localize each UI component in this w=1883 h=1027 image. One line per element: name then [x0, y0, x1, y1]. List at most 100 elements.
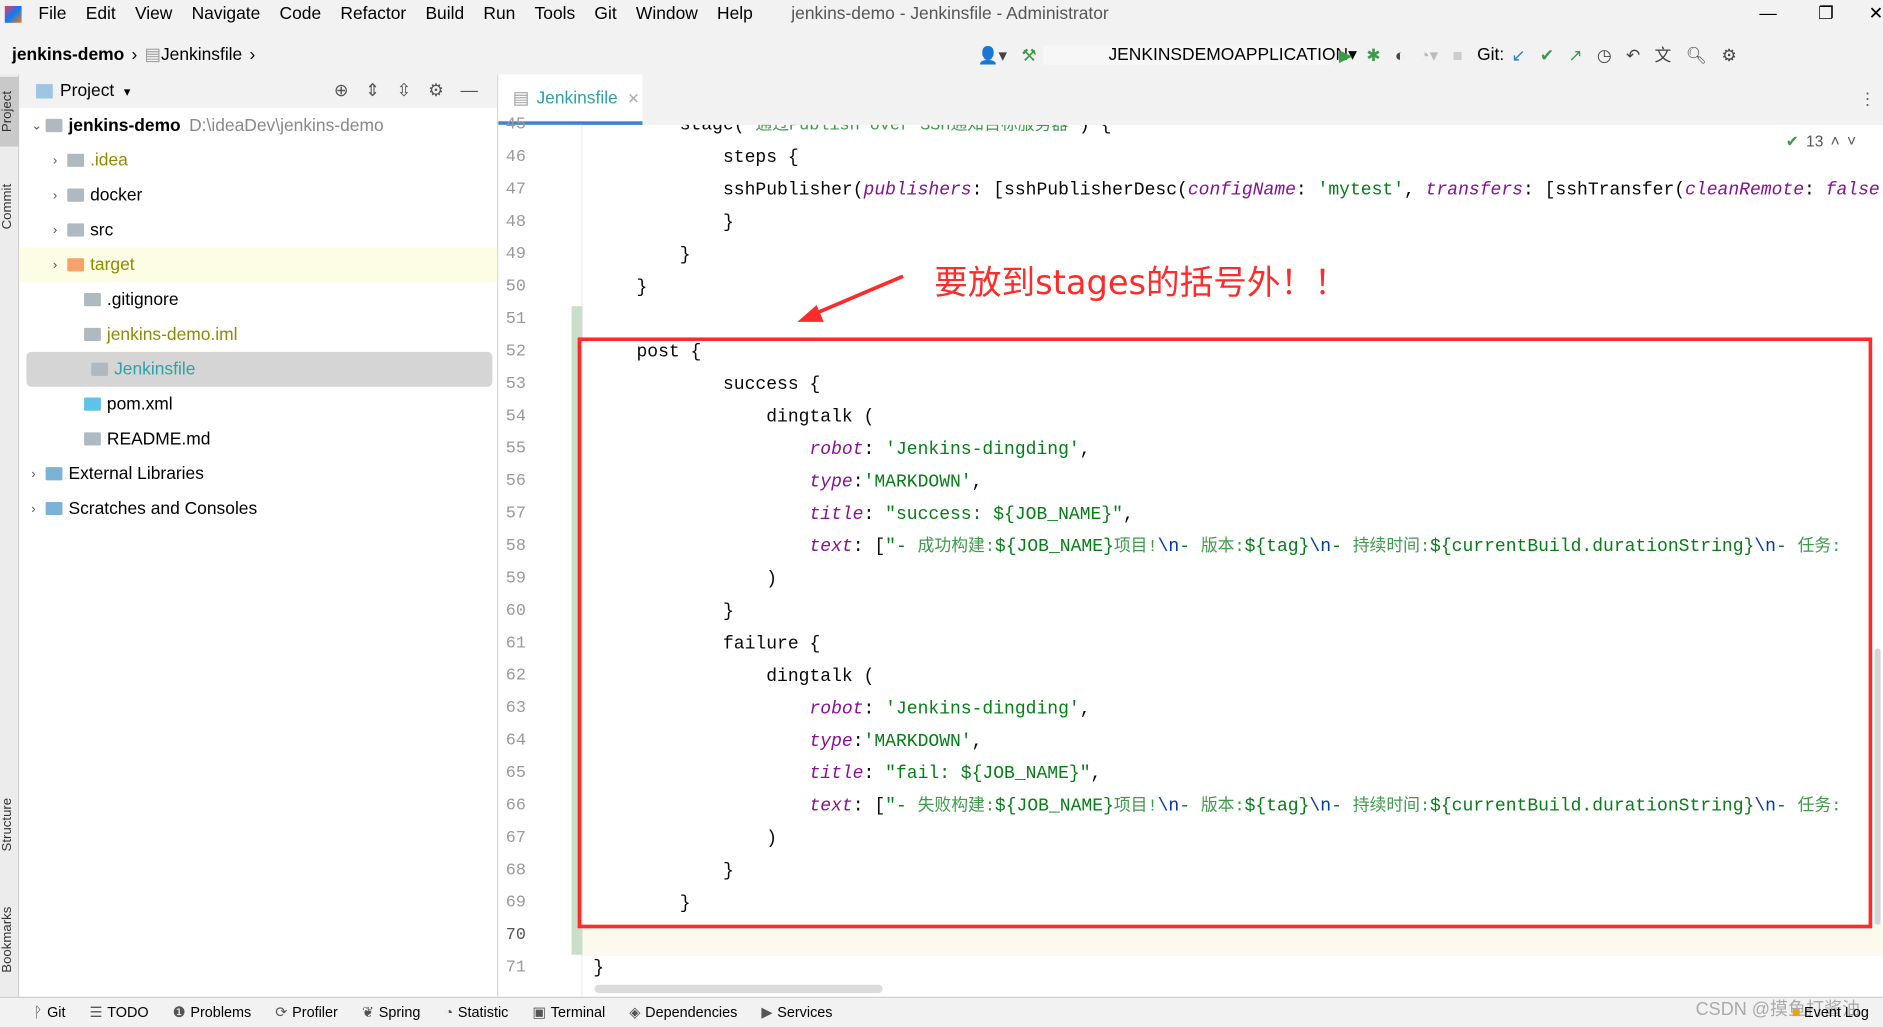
translate-icon[interactable]: 文 [1654, 43, 1671, 67]
tree-item-label: External Libraries [68, 464, 204, 484]
menu-help[interactable]: Help [717, 5, 753, 24]
tool-git-button[interactable]: ᚹ Git [34, 1004, 66, 1021]
debug-icon[interactable]: ✱ [1366, 45, 1380, 65]
chevron-right-icon[interactable]: › [31, 467, 45, 481]
git-push-icon[interactable]: ↗ [1568, 45, 1582, 65]
restore-button[interactable]: ❐ [1818, 5, 1834, 24]
tree-item[interactable]: ⌄ jenkins-demo D:\ideaDev\jenkins-demo [19, 108, 497, 143]
tree-item[interactable]: › target [19, 247, 498, 283]
bookmarks-tool-tab[interactable]: Bookmarks [0, 891, 19, 987]
tree-item[interactable]: README.md [19, 422, 497, 457]
run-config-select[interactable]: JENKINSDEMOAPPLICATION ▾ [1043, 45, 1357, 65]
git-commit-icon[interactable]: ✔ [1540, 45, 1554, 65]
expand-all-icon[interactable]: ⇕ [365, 82, 380, 101]
coverage-icon[interactable]: ◐ [1395, 46, 1405, 65]
code-token: configName [1187, 180, 1296, 201]
dependencies-icon: ◈ [629, 1003, 641, 1021]
tree-item[interactable]: › src [19, 213, 497, 248]
folder-icon [67, 188, 85, 202]
hide-panel-icon[interactable]: — [461, 82, 478, 101]
close-button[interactable]: ✕ [1869, 5, 1883, 24]
tree-item[interactable]: › External Libraries [19, 456, 497, 491]
tool-terminal-button[interactable]: ▣ Terminal [532, 1004, 605, 1021]
horizontal-scrollbar[interactable] [594, 984, 883, 994]
tool-profiler-button[interactable]: ⟳ Profiler [275, 1004, 338, 1021]
tool-statistic-button[interactable]: ◔ Statistic [444, 1004, 508, 1021]
line-number: 59 [505, 569, 526, 589]
tree-item[interactable]: Jenkinsfile [26, 351, 493, 387]
git-update-icon[interactable]: ↙ [1511, 45, 1525, 65]
tree-item[interactable]: .gitignore [19, 282, 497, 317]
menu-run[interactable]: Run [483, 5, 515, 24]
project-view-select[interactable]: Project [60, 82, 114, 101]
chevron-right-icon[interactable]: › [53, 153, 67, 167]
tree-item[interactable]: › Scratches and Consoles [19, 491, 497, 526]
tree-item[interactable]: pom.xml [19, 387, 497, 422]
chevron-right-icon[interactable]: › [53, 223, 67, 237]
profile-icon[interactable]: ◔▾ [1419, 45, 1438, 65]
menu-edit[interactable]: Edit [86, 5, 116, 24]
settings-gear-icon[interactable]: ⚙ [1721, 45, 1736, 65]
collapse-all-icon[interactable]: ⇳ [397, 82, 412, 101]
history-icon[interactable]: ◷ [1597, 45, 1612, 65]
menu-code[interactable]: Code [280, 5, 322, 24]
chevron-right-icon[interactable]: › [31, 501, 45, 515]
tree-item[interactable]: › docker [19, 178, 497, 213]
line-number: 48 [505, 212, 526, 232]
stop-icon[interactable]: ■ [1452, 46, 1462, 65]
commit-tool-tab[interactable]: Commit [0, 171, 19, 243]
chevron-right-icon[interactable]: › [53, 188, 67, 202]
chevron-down-icon[interactable]: ˅ [1847, 132, 1856, 151]
chevron-right-icon[interactable]: › [53, 258, 67, 272]
structure-tool-tab[interactable]: Structure [0, 783, 19, 867]
tool-services-button[interactable]: ▶ Services [761, 1004, 832, 1021]
user-icon[interactable]: 👤▾ [978, 45, 1007, 65]
more-options-icon[interactable]: ⋮ [1859, 89, 1876, 109]
project-tool-tab[interactable]: Project [0, 76, 20, 147]
search-icon[interactable]: 🔍︎ [1686, 45, 1707, 65]
tree-item-label: jenkins-demo.iml [106, 324, 238, 345]
tree-item-label: src [90, 220, 114, 240]
tree-item-label: target [90, 255, 135, 275]
settings-gear-icon[interactable]: ⚙ [428, 82, 444, 101]
menu-view[interactable]: View [135, 5, 172, 24]
tree-item-label: jenkins-demo [68, 115, 181, 136]
tree-item-label: .idea [90, 150, 128, 170]
inspection-widget[interactable]: ✔ 13 ˄ ˅ [1786, 132, 1856, 151]
tree-item[interactable]: › .idea [19, 143, 497, 178]
locate-file-icon[interactable]: ⊕ [334, 82, 349, 101]
line-number: 61 [505, 634, 526, 654]
chevron-up-icon[interactable]: ˄ [1831, 132, 1840, 151]
code-token: publishers [863, 180, 972, 201]
menu-file[interactable]: File [38, 5, 66, 24]
build-hammer-icon[interactable]: ⚒ [1021, 45, 1036, 65]
chevron-down-icon[interactable]: ⌄ [31, 118, 45, 133]
menu-build[interactable]: Build [425, 5, 464, 24]
rollback-icon[interactable]: ↶ [1626, 45, 1640, 65]
tool-spring-button[interactable]: ❦ Spring [362, 1004, 421, 1021]
menu-tools[interactable]: Tools [535, 5, 576, 24]
problems-icon: ❶ [172, 1003, 186, 1021]
minimize-button[interactable]: — [1759, 5, 1776, 24]
editor-tabs: ▤ Jenkinsfile ✕ ⋮ [498, 74, 1883, 125]
window-title: jenkins-demo - Jenkinsfile - Administrat… [791, 4, 1109, 25]
chevron-down-icon[interactable]: ▾ [124, 83, 131, 99]
vertical-scrollbar[interactable] [1874, 648, 1881, 925]
menu-git[interactable]: Git [594, 5, 616, 24]
tool-dependencies-button[interactable]: ◈ Dependencies [629, 1004, 737, 1021]
project-panel: Project ▾ ⊕ ⇕ ⇳ ⚙ — ⌄ jenkins-demo D:\idea… [19, 74, 499, 997]
breadcrumb-project[interactable]: jenkins-demo [12, 46, 124, 65]
tool-problems-button[interactable]: ❶ Problems [173, 1004, 252, 1021]
event-log-button[interactable]: ■ Event Log [1792, 1004, 1869, 1021]
close-tab-icon[interactable]: ✕ [627, 89, 639, 106]
current-line-highlight [582, 923, 1883, 956]
breadcrumb-file[interactable]: Jenkinsfile [161, 46, 242, 65]
run-icon[interactable]: ▶ [1339, 45, 1352, 65]
line-number: 51 [505, 309, 526, 330]
menu-window[interactable]: Window [636, 5, 698, 24]
tool-todo-button[interactable]: ☰ TODO [90, 1004, 149, 1021]
line-number: 69 [505, 893, 526, 913]
menu-navigate[interactable]: Navigate [192, 5, 261, 24]
tree-item[interactable]: jenkins-demo.iml [19, 317, 497, 352]
menu-refactor[interactable]: Refactor [340, 5, 406, 24]
